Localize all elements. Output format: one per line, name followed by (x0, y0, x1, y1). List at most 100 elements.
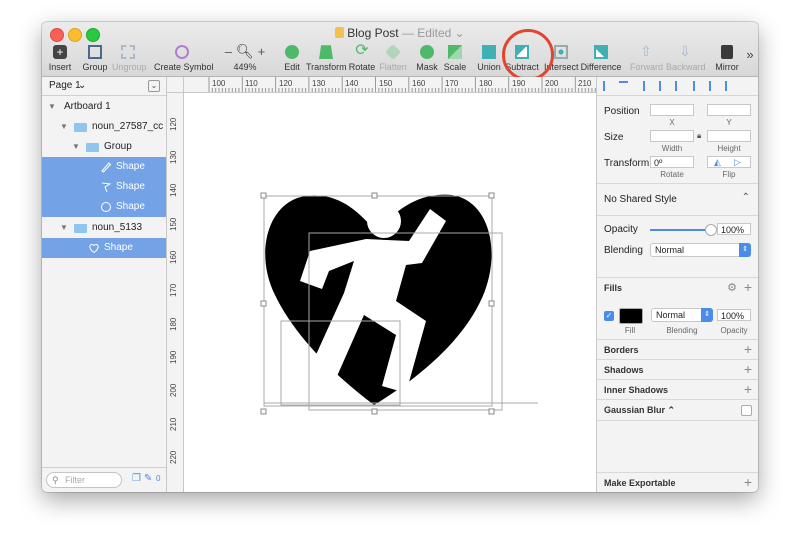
folder-icon (74, 123, 87, 132)
scale-icon (448, 45, 462, 60)
symbol-icon (175, 45, 189, 60)
document-title: Blog Post — Edited ⌄ (42, 26, 758, 40)
forward-button[interactable]: ⇧ Forward (630, 42, 663, 74)
fill-color-swatch[interactable] (619, 308, 643, 324)
layer-group[interactable]: ▼ Group (42, 137, 166, 157)
page-label: Page 1 (49, 80, 81, 91)
flatten-button[interactable]: Flatten (378, 42, 408, 74)
edit-button[interactable]: Edit (280, 42, 304, 74)
ungroup-button[interactable]: Ungroup (112, 42, 147, 74)
edit-icon (285, 45, 299, 60)
add-export-button[interactable]: + (744, 474, 752, 490)
slice-filter-icon[interactable]: ✎ (144, 473, 152, 484)
distribute-horizontal-icon[interactable] (603, 81, 614, 91)
layer-shape[interactable]: Shape (42, 157, 166, 177)
height-input[interactable] (707, 130, 751, 142)
page-selector[interactable]: Page 1 ⌄ ⌄ (42, 77, 166, 96)
disclosure-triangle-icon[interactable]: ▼ (72, 137, 80, 157)
layer-artboard[interactable]: ▼ Artboard 1 (42, 97, 166, 117)
layer-shape[interactable]: Shape (42, 238, 166, 258)
lock-icon[interactable]: 🔒︎ (697, 131, 701, 141)
opacity-slider-track[interactable] (650, 229, 710, 231)
rotate-icon: ⟳ (355, 42, 369, 59)
disclosure-triangle-icon[interactable]: ▼ (60, 218, 68, 238)
zoom-in-button[interactable]: + (258, 44, 266, 59)
layer-group[interactable]: ▼ noun_27587_cc (42, 117, 166, 137)
align-center-icon[interactable] (659, 81, 670, 91)
distribute-vertical-icon[interactable] (619, 81, 628, 93)
artwork[interactable] (184, 93, 596, 492)
chevron-updown-icon[interactable]: ⌃ (668, 405, 676, 415)
toolbar: Blog Post — Edited ⌄ + Insert Group Ungr… (42, 22, 758, 81)
zoom-level: 449% (233, 62, 257, 72)
gaussian-blur-checkbox[interactable] (741, 405, 752, 416)
blending-select[interactable]: Normal ⇕ (650, 243, 751, 257)
layer-group[interactable]: ▼ noun_5133 (42, 218, 166, 238)
inner-shadows-section: Inner Shadows + (597, 379, 758, 400)
gear-icon[interactable]: ⚙ (727, 281, 737, 294)
zoom-out-button[interactable]: – (225, 44, 232, 59)
shared-style-section[interactable]: No Shared Style ⌃ (597, 183, 758, 216)
more-tools-button[interactable]: » (744, 46, 756, 78)
backward-button[interactable]: ⇩ Backward (666, 42, 706, 74)
layer-filter-bar: ⚲ Filter ❐ ✎ 0 (42, 467, 166, 492)
add-fill-button[interactable]: + (744, 279, 752, 295)
scale-button[interactable]: Scale (442, 42, 468, 74)
rotate-button[interactable]: ⟳ Rotate (348, 42, 376, 74)
backward-icon: ⇩ (679, 43, 691, 59)
flip-vertical-icon[interactable]: ▷ (734, 157, 741, 168)
create-symbol-button[interactable]: Create Symbol (154, 42, 214, 74)
layer-shape[interactable]: Shape (42, 197, 166, 217)
page-drawer-toggle[interactable]: ⌄ (148, 80, 160, 92)
symbol-filter-icon[interactable]: ❐ (132, 473, 141, 484)
add-border-button[interactable]: + (744, 341, 752, 357)
gaussian-blur-section: Gaussian Blur ⌃ (597, 399, 758, 421)
chevron-down-icon[interactable]: ⌄ (455, 26, 465, 40)
chevron-updown-icon: ⌃ (741, 192, 750, 203)
opacity-slider-knob[interactable] (705, 224, 717, 236)
position-x-input[interactable] (650, 104, 694, 116)
align-right-icon[interactable] (675, 81, 686, 91)
fill-blending-select[interactable]: Normal ⇕ (651, 308, 713, 322)
app-window: Blog Post — Edited ⌄ + Insert Group Ungr… (42, 22, 758, 492)
add-inner-shadow-button[interactable]: + (744, 381, 752, 397)
transform-button[interactable]: Transform (306, 42, 347, 74)
position-y-input[interactable] (707, 104, 751, 116)
ruler-corner (167, 77, 184, 93)
canvas[interactable] (184, 93, 596, 492)
union-button[interactable]: Union (476, 42, 502, 74)
opacity-input[interactable]: 100% (717, 223, 751, 235)
plus-icon: + (53, 45, 67, 60)
magnifier-icon: 🔍︎ (235, 43, 254, 59)
group-icon (88, 45, 102, 60)
difference-icon (594, 45, 608, 60)
chevron-updown-icon: ⇕ (739, 243, 751, 257)
layer-filter-input[interactable]: ⚲ Filter (46, 472, 122, 488)
add-shadow-button[interactable]: + (744, 361, 752, 377)
align-bottom-icon[interactable] (725, 81, 736, 91)
width-input[interactable] (650, 130, 694, 142)
disclosure-triangle-icon[interactable]: ▼ (48, 97, 56, 117)
difference-button[interactable]: Difference (580, 42, 622, 74)
rotate-input[interactable]: 0º (650, 156, 694, 168)
fill-enabled-checkbox[interactable]: ✓ (604, 311, 614, 321)
make-exportable-section: Make Exportable + (597, 472, 758, 492)
pencil-icon (101, 162, 112, 173)
document-icon (335, 27, 345, 38)
mask-button[interactable]: Mask (416, 42, 438, 74)
align-top-icon[interactable] (693, 81, 704, 91)
flip-horizontal-icon[interactable]: ◭ (714, 157, 721, 168)
layer-shape[interactable]: Shape (42, 177, 166, 197)
vector-path-icon (101, 182, 112, 193)
fill-opacity-input[interactable]: 100% (717, 309, 751, 321)
align-middle-icon[interactable] (709, 81, 720, 91)
align-left-icon[interactable] (643, 81, 654, 91)
disclosure-triangle-icon[interactable]: ▼ (60, 117, 68, 137)
layer-list-panel: Page 1 ⌄ ⌄ ▼ Artboard 1 ▼ noun_27587_cc … (42, 77, 167, 492)
ruler-vertical[interactable]: 120 130 140 150 160 170 180 190 200 210 … (167, 93, 184, 492)
mirror-button[interactable]: Mirror (712, 42, 742, 74)
insert-button[interactable]: + Insert (48, 42, 72, 74)
group-button[interactable]: Group (80, 42, 110, 74)
zoom-control[interactable]: – 🔍︎ + 449% (224, 42, 266, 74)
ruler-horizontal[interactable]: 100 110 120 130 140 150 160 170 180 190 … (184, 77, 596, 93)
